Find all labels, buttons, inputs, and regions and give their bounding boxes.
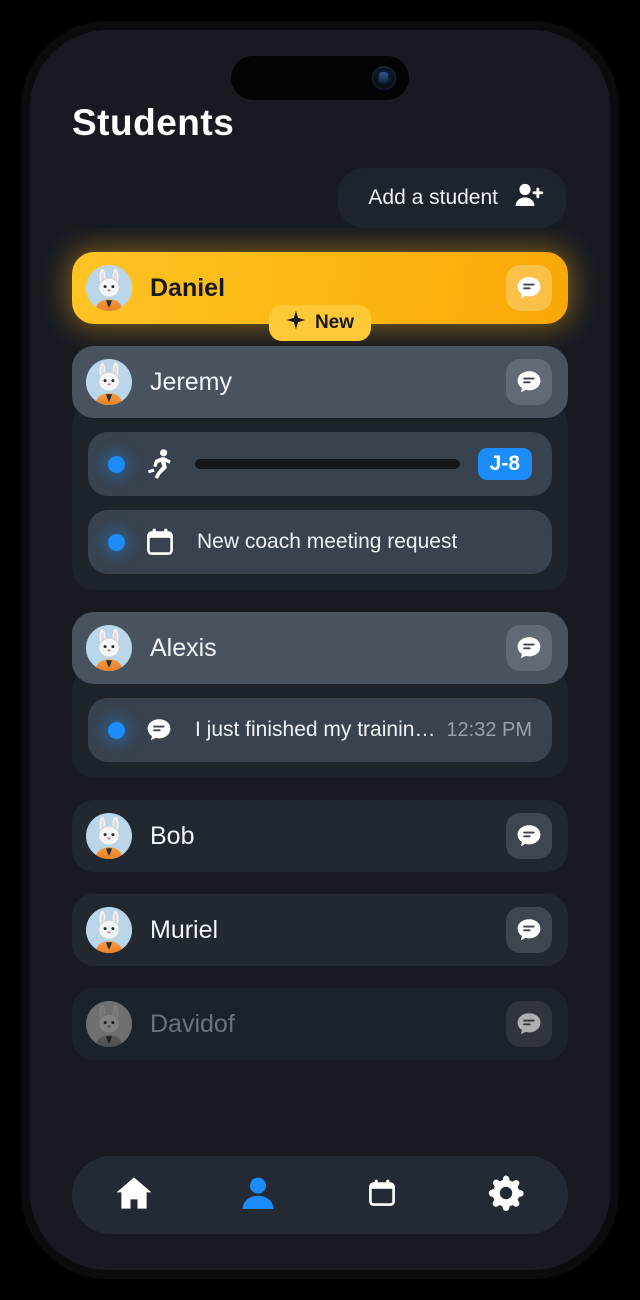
page-title: Students [72,102,235,143]
chat-bubble-icon[interactable] [506,625,552,671]
progress-row[interactable]: J-8 [88,432,552,496]
student-name: Alexis [150,633,217,662]
avatar [86,625,132,671]
avatar [86,1001,132,1047]
unread-dot [108,533,125,551]
nav-item-person[interactable] [223,1165,293,1225]
unread-dot [108,455,125,473]
notification-row[interactable]: I just finished my training pl… 12:32 PM [88,698,552,762]
chat-bubble-icon [145,716,173,744]
student-card[interactable]: Jeremy [72,346,568,418]
student-group: Alexis I just finished my training pl… 12… [72,612,568,778]
student-group: Daniel New [72,252,568,341]
student-name: Jeremy [150,367,232,396]
chat-bubble-icon[interactable] [506,265,552,311]
student-group: Muriel [72,894,568,966]
new-badge: New [268,305,372,341]
progress-bar [195,459,460,469]
chat-bubble-icon[interactable] [506,907,552,953]
phone-screen: Students Add a student Daniel New Jeremy… [30,30,610,1270]
unread-dot [108,721,125,739]
student-card[interactable]: Alexis [72,612,568,684]
bottom-navigation-bar[interactable] [72,1156,568,1234]
avatar [86,813,132,859]
students-list[interactable]: Daniel New Jeremy J-8 New coach meeting … [30,228,610,1270]
phone-body: Students Add a student Daniel New Jeremy… [21,21,619,1279]
add-student-row: Add a student [30,144,610,228]
front-camera-icon [372,66,396,90]
notification-row[interactable]: New coach meeting request [88,510,552,574]
level-badge: J-8 [477,448,532,480]
avatar [86,359,132,405]
new-badge-label: New [314,312,355,333]
avatar [86,907,132,953]
calendar-icon [367,1178,397,1213]
phone-frame: Students Add a student Daniel New Jeremy… [14,14,626,1286]
student-group: Jeremy J-8 New coach meeting request [72,346,568,590]
calendar-icon [145,527,175,557]
student-detail-panel: J-8 New coach meeting request [72,402,568,590]
app-container: Students Add a student Daniel New Jeremy… [30,30,610,1270]
chat-bubble-icon[interactable] [506,813,552,859]
running-person-icon [145,448,175,480]
nav-item-home[interactable] [99,1165,169,1225]
add-student-button[interactable]: Add a student [338,168,566,228]
dynamic-island [231,56,409,100]
student-card[interactable]: Muriel [72,894,568,966]
avatar [86,265,132,311]
student-name: Bob [150,821,195,850]
nav-item-calendar[interactable] [347,1165,417,1225]
gear-icon [487,1174,525,1217]
home-icon [115,1175,153,1216]
student-name: Daniel [150,273,226,302]
student-group: Davidof [72,988,568,1060]
student-group: Bob [72,800,568,872]
person-add-icon [514,182,544,214]
add-student-label: Add a student [368,186,498,209]
student-card[interactable]: Bob [72,800,568,872]
student-card[interactable]: Daniel New [72,252,568,341]
student-card[interactable]: Davidof [72,988,568,1060]
person-icon [240,1175,276,1216]
chat-bubble-icon[interactable] [506,1001,552,1047]
student-detail-panel: I just finished my training pl… 12:32 PM [72,668,568,778]
notification-text: New coach meeting request [197,530,458,553]
student-name: Muriel [150,915,219,944]
student-name: Davidof [150,1009,235,1038]
nav-item-gear[interactable] [471,1165,541,1225]
notification-time: 12:32 PM [446,718,532,741]
sparkle-icon [286,310,306,336]
chat-bubble-icon[interactable] [506,359,552,405]
notification-text: I just finished my training pl… [195,718,436,741]
